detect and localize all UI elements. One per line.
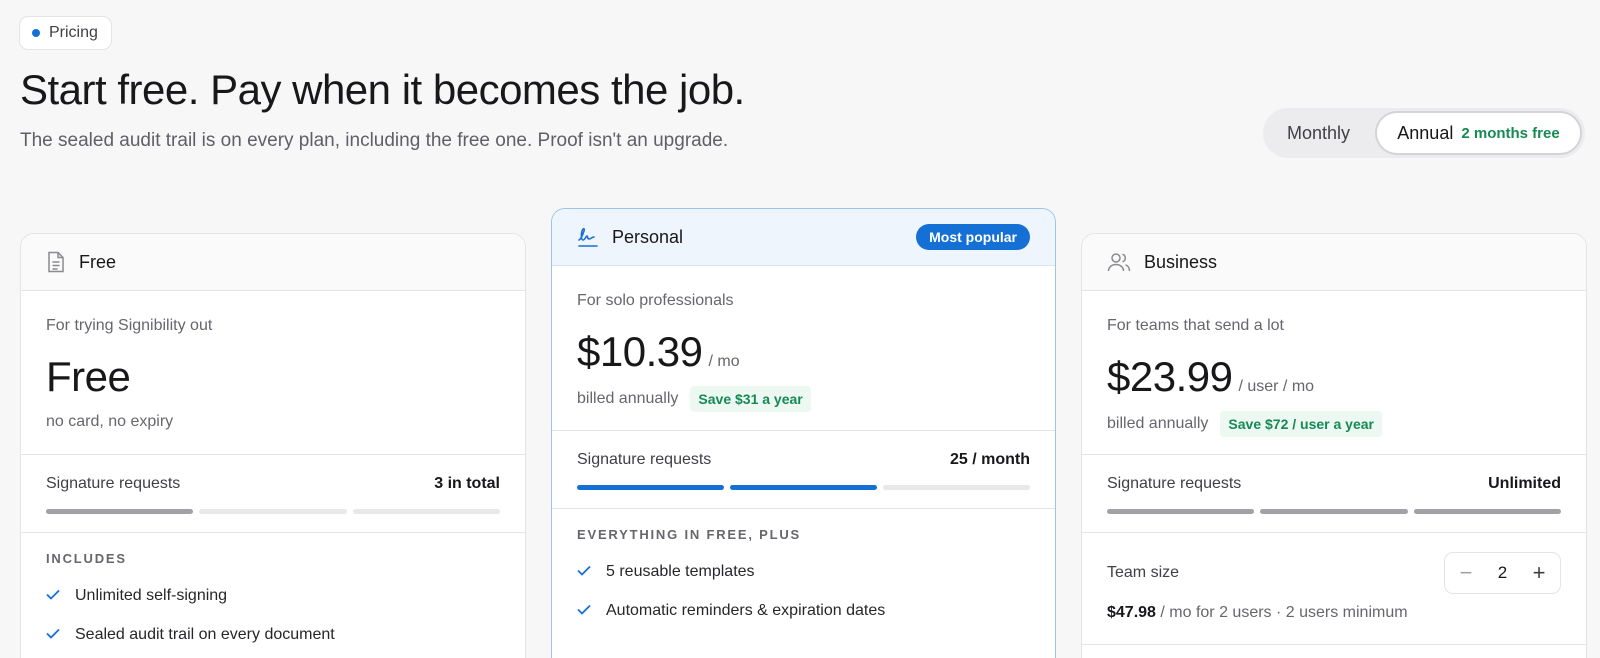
plan-name: Personal <box>612 226 684 247</box>
quota-label: Signature requests <box>46 475 181 492</box>
plan-header: Business <box>1082 234 1586 291</box>
plan-price: Free <box>46 353 131 400</box>
savings-badge: Save $72 / user a year <box>1220 411 1382 437</box>
eyebrow-label: Pricing <box>49 24 98 41</box>
signature-icon <box>577 226 599 248</box>
team-size-value: 2 <box>1497 563 1508 582</box>
features-title: EVERYTHING IN FREE, PLUS <box>577 527 802 542</box>
quota-value: 3 in total <box>434 475 500 492</box>
check-icon <box>46 626 62 644</box>
quota-label: Signature requests <box>1107 475 1242 492</box>
plan-name: Business <box>1144 251 1218 272</box>
quota-meter-segment <box>730 485 877 490</box>
feature-label: 5 reusable templates <box>606 563 755 580</box>
plan-billing-note: billed annually <box>1107 415 1209 432</box>
plan-price: $23.99 <box>1107 353 1233 400</box>
features-section: INCLUDES Unlimited self-signing Sealed a… <box>21 533 525 644</box>
quota-section: Signature requests Unlimited <box>1082 455 1586 533</box>
users-icon <box>1107 251 1131 273</box>
plan-price-section: For trying Signibility out Free no card,… <box>21 291 525 455</box>
quota-meter-segment <box>199 509 347 514</box>
plan-price-section: For teams that send a lot $23.99 / user … <box>1082 291 1586 455</box>
plan-price-note: no card, no expiry <box>46 413 174 430</box>
document-icon <box>46 251 66 273</box>
check-icon <box>46 587 62 605</box>
pricing-eyebrow: Pricing <box>19 16 112 50</box>
team-cost-detail: / mo for 2 users · 2 users minimum <box>1160 604 1408 621</box>
quota-meter-segment <box>352 509 500 514</box>
plan-card-business: Business For teams that send a lot $23.9… <box>1081 233 1587 658</box>
billing-annual-option[interactable]: Annual 2 months free <box>1375 111 1582 155</box>
billing-period-toggle: Monthly Annual 2 months free <box>1263 108 1585 158</box>
check-icon <box>577 602 593 620</box>
plan-price: $10.39 <box>577 328 703 375</box>
team-cost-amount: $47.98 <box>1107 604 1156 621</box>
plan-price-unit: / mo <box>708 353 740 370</box>
plan-header: Personal Most popular <box>552 209 1055 266</box>
quota-value: 25 / month <box>949 451 1030 468</box>
feature-item: Automatic reminders & expiration dates <box>577 602 1030 620</box>
increment-button[interactable]: + <box>1530 562 1548 584</box>
most-popular-badge: Most popular <box>916 224 1030 250</box>
billing-annual-label: Annual <box>1397 122 1454 143</box>
quota-value: Unlimited <box>1488 475 1561 492</box>
quota-meter <box>577 485 1030 490</box>
features-title: INCLUDES <box>46 551 127 566</box>
quota-meter-segment <box>1260 509 1408 514</box>
team-cost-summary: $47.98 / mo for 2 users · 2 users minimu… <box>1107 604 1561 622</box>
billing-monthly-label: Monthly <box>1286 122 1351 143</box>
page-title: Start free. Pay when it becomes the job. <box>20 66 745 113</box>
feature-label: Sealed audit trail on every document <box>75 626 335 643</box>
features-section: EVERYTHING IN FREE, PLUS 5 reusable temp… <box>552 509 1055 620</box>
quota-section: Signature requests 25 / month <box>552 431 1055 509</box>
quota-meter <box>46 509 500 514</box>
plan-card-free: Free For trying Signibility out Free no … <box>20 233 526 658</box>
plan-price-section: For solo professionals $10.39 / mo bille… <box>552 266 1055 431</box>
plan-tagline: For trying Signibility out <box>46 317 213 334</box>
quota-section: Signature requests 3 in total <box>21 455 525 533</box>
quota-meter-segment <box>46 509 194 514</box>
billing-monthly-option[interactable]: Monthly <box>1266 111 1371 155</box>
quota-meter <box>1107 509 1561 514</box>
savings-badge: Save $31 a year <box>690 386 811 412</box>
pricing-dot-icon <box>32 29 40 37</box>
plan-billing-note: billed annually <box>577 390 679 407</box>
feature-label: Unlimited self-signing <box>75 587 228 604</box>
quota-meter-segment <box>577 485 724 490</box>
quota-meter-segment <box>883 485 1030 490</box>
feature-item: 5 reusable templates <box>577 563 1030 581</box>
feature-label: Automatic reminders & expiration dates <box>606 602 886 619</box>
team-size-label: Team size <box>1107 564 1180 581</box>
feature-item: Sealed audit trail on every document <box>46 626 500 644</box>
plan-header: Free <box>21 234 525 291</box>
plan-tagline: For teams that send a lot <box>1107 317 1284 334</box>
plan-tagline: For solo professionals <box>577 292 734 309</box>
team-size-section: Team size − 2 + $47.98 / mo for 2 users … <box>1082 533 1586 645</box>
page-subtitle: The sealed audit trail is on every plan,… <box>20 130 729 151</box>
annual-discount-badge: 2 months free <box>1461 124 1560 142</box>
quota-meter-segment <box>1413 509 1561 514</box>
team-size-stepper: − 2 + <box>1444 552 1561 594</box>
feature-item: Unlimited self-signing <box>46 587 500 605</box>
decrement-button[interactable]: − <box>1457 562 1475 584</box>
plan-card-personal: Personal Most popular For solo professio… <box>551 208 1056 658</box>
quota-label: Signature requests <box>577 451 712 468</box>
check-icon <box>577 563 593 581</box>
plan-name: Free <box>79 251 117 272</box>
plan-price-unit: / user / mo <box>1238 378 1315 395</box>
quota-meter-segment <box>1107 509 1255 514</box>
